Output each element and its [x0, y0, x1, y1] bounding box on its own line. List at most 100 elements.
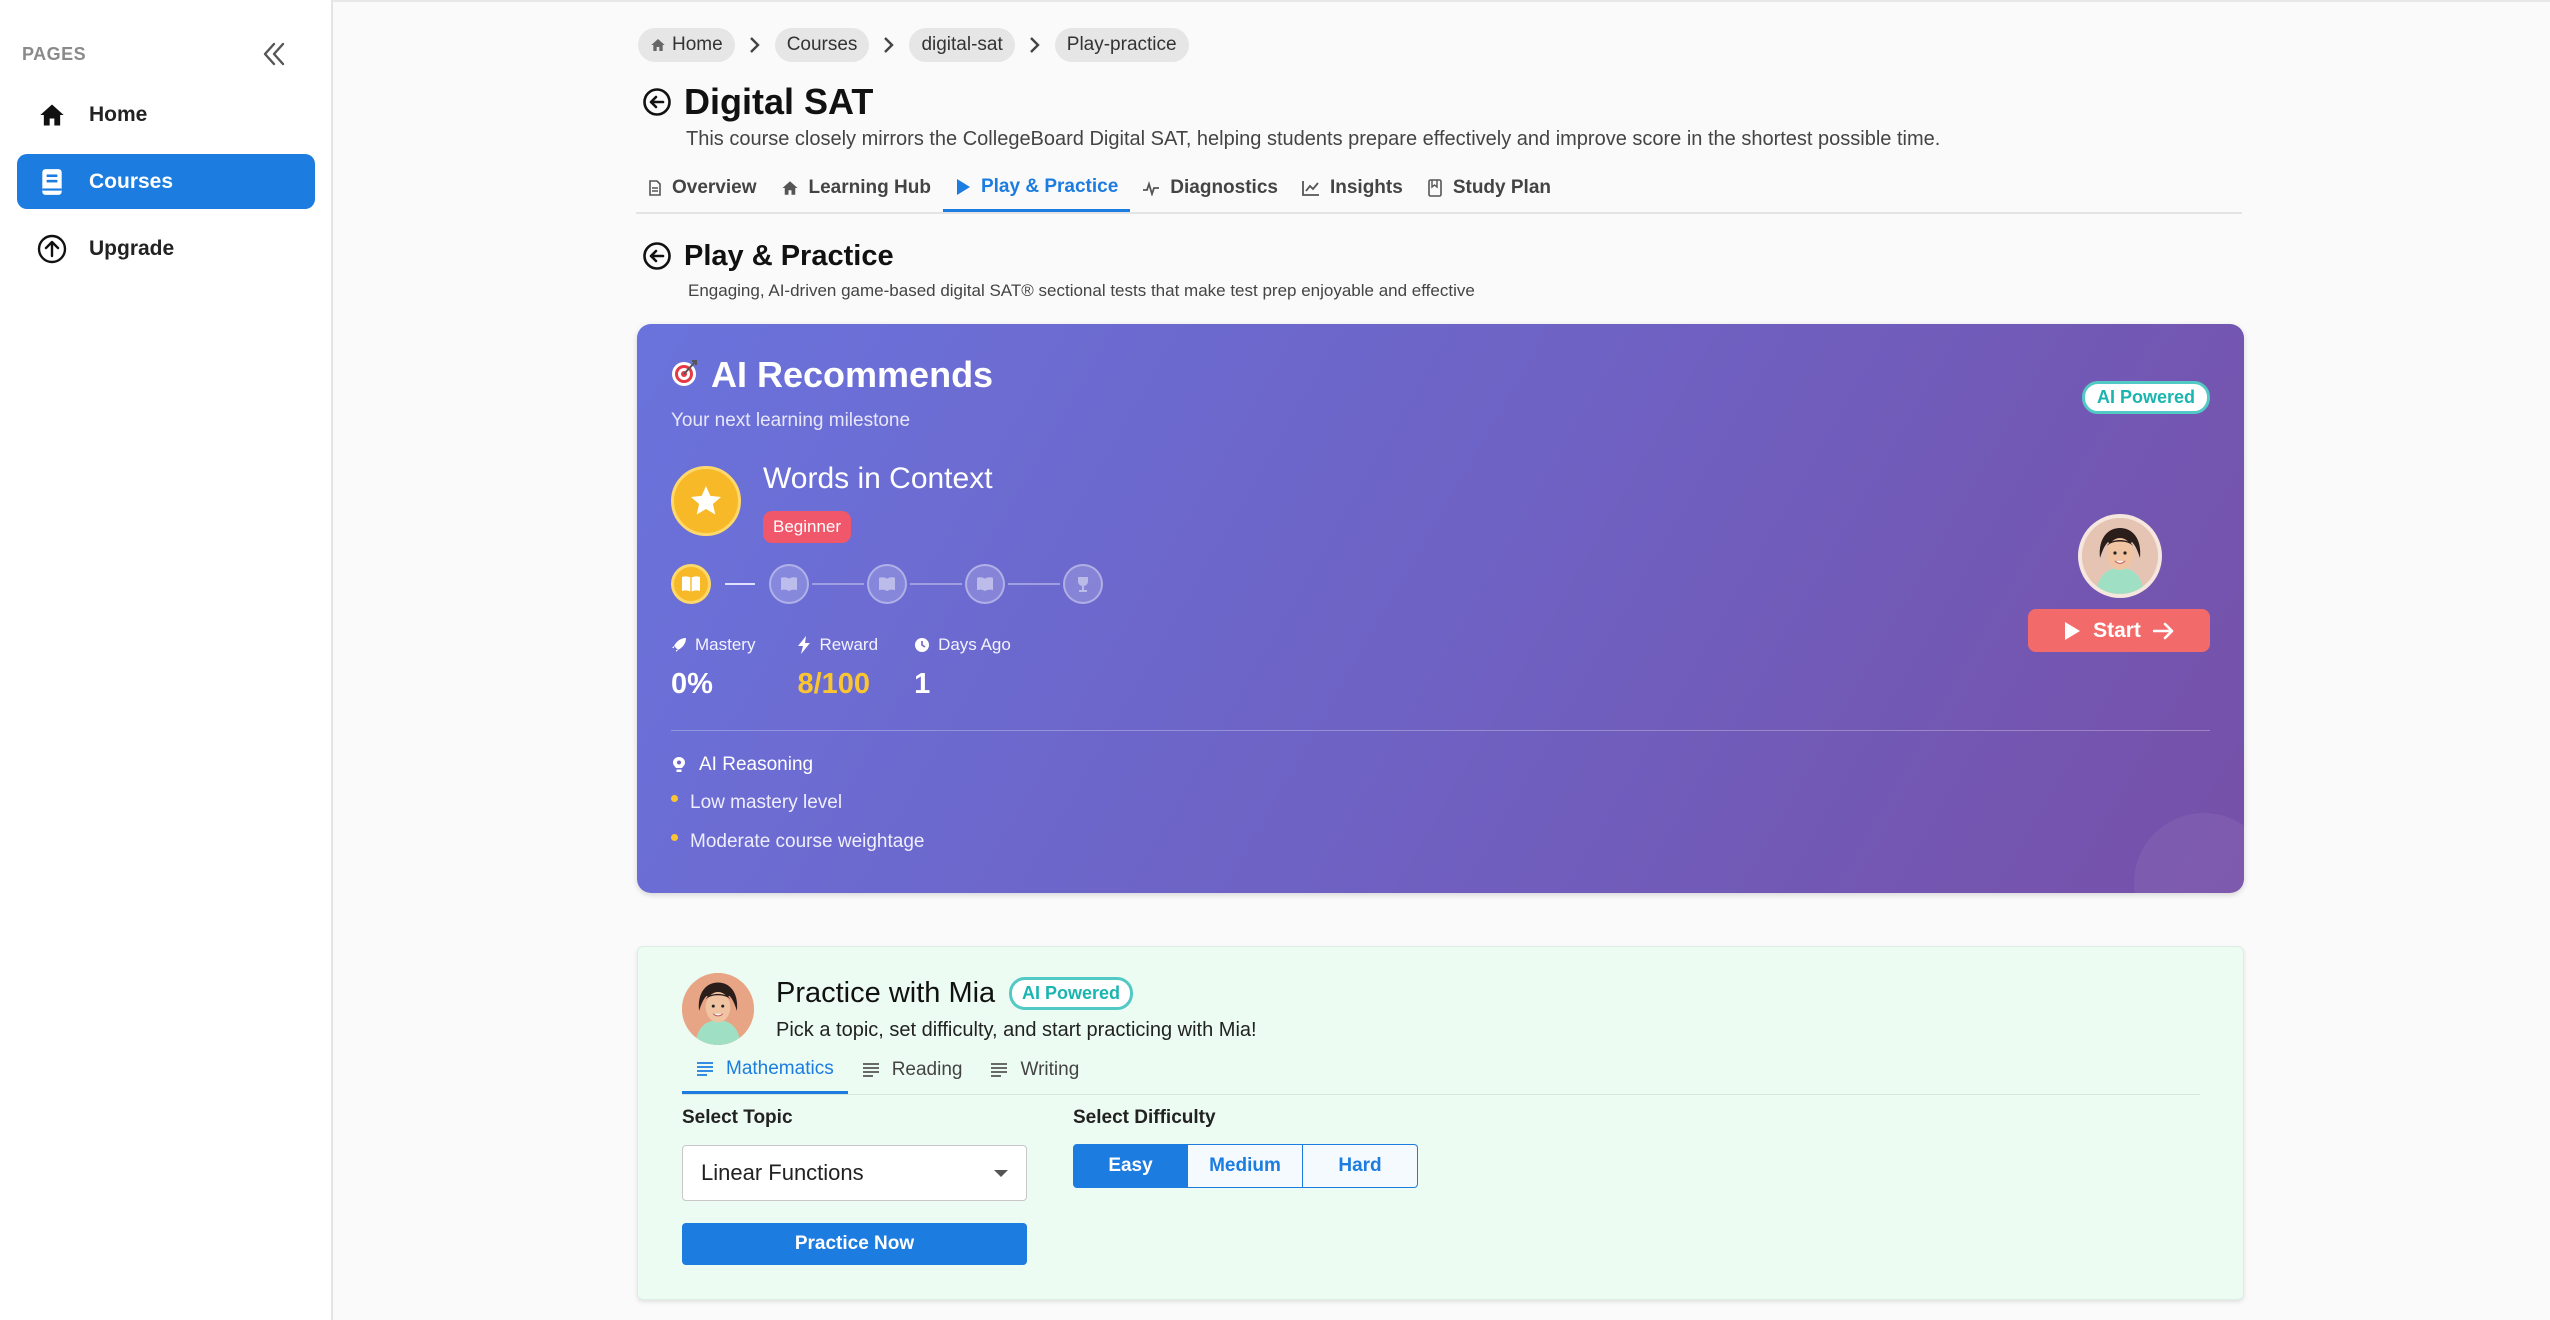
progress-connector	[725, 583, 755, 585]
level-badge: Beginner	[763, 511, 852, 543]
home-icon	[781, 179, 799, 197]
sidebar-item-label: Courses	[89, 169, 174, 193]
lightning-icon	[797, 636, 811, 654]
progress-connector	[910, 583, 962, 585]
list-icon	[862, 1063, 880, 1077]
arrow-right-icon	[2152, 622, 2174, 639]
breadcrumb-courses[interactable]: Courses	[774, 28, 870, 62]
milestone-stats: Mastery 0% Reward 8/100 Days Ago 1	[671, 632, 1047, 701]
breadcrumb-play-practice[interactable]: Play-practice	[1054, 28, 1189, 62]
sidebar-item-label: Upgrade	[89, 236, 175, 260]
section-title-row: Play & Practice	[642, 238, 894, 274]
main-content: Home Courses digital-sat Play-practice D…	[636, 0, 2246, 1320]
tab-label: Writing	[1020, 1059, 1080, 1080]
tab-mathematics[interactable]: Mathematics	[682, 1054, 848, 1094]
tab-label: Study Plan	[1452, 177, 1551, 198]
course-title-row: Digital SAT	[642, 80, 873, 124]
start-button[interactable]: Start	[2028, 609, 2210, 652]
tab-overview[interactable]: Overview	[636, 172, 769, 212]
reason-item: Moderate course weightage	[671, 831, 924, 853]
decorative-circle	[2134, 813, 2244, 893]
ai-recommends-card: AI Recommends Your next learning milesto…	[637, 324, 2244, 893]
reward-label: Reward	[819, 635, 879, 654]
breadcrumb-home[interactable]: Home	[638, 28, 735, 62]
mia-avatar	[682, 973, 754, 1045]
difficulty-medium-button[interactable]: Medium	[1188, 1144, 1303, 1188]
reason-text: Low mastery level	[690, 792, 843, 813]
tab-writing[interactable]: Writing	[976, 1054, 1093, 1094]
tab-insights[interactable]: Insights	[1290, 172, 1415, 212]
mastery-label: Mastery	[695, 635, 756, 654]
sidebar-item-home[interactable]: Home	[17, 87, 315, 142]
ai-reasoning-title: AI Reasoning	[699, 754, 814, 775]
progress-connector	[812, 583, 864, 585]
difficulty-hard-button[interactable]: Hard	[1303, 1144, 1418, 1188]
play-icon	[955, 178, 971, 196]
target-icon	[669, 358, 699, 393]
reason-item: Low mastery level	[671, 792, 842, 814]
sidebar-item-courses[interactable]: Courses	[17, 154, 315, 209]
subject-tabs: Mathematics Reading Writing	[682, 1055, 2200, 1095]
tutor-avatar	[2078, 514, 2162, 598]
bookmark-icon	[1427, 179, 1443, 197]
milestone-step-trophy-icon	[1063, 564, 1103, 604]
section-description: Engaging, AI-driven game-based digital S…	[688, 281, 1475, 300]
course-tabs: Overview Learning Hub Play & Practice Di…	[636, 174, 2242, 214]
practice-now-button[interactable]: Practice Now	[682, 1223, 1027, 1265]
play-icon	[2065, 621, 2081, 640]
tab-label: Learning Hub	[808, 177, 931, 198]
select-topic-label: Select Topic	[682, 1107, 793, 1128]
mia-subtitle: Pick a topic, set difficulty, and start …	[776, 1019, 1257, 1041]
days-ago-stat: Days Ago 1	[914, 632, 1011, 701]
sidebar-item-upgrade[interactable]: Upgrade	[17, 221, 315, 276]
milestone-step-book-icon	[867, 564, 907, 604]
topic-select[interactable]: Linear Functions	[682, 1145, 1027, 1201]
clock-icon	[914, 637, 930, 653]
reward-value: 8/100	[797, 668, 871, 700]
page-title: Digital SAT	[684, 81, 874, 122]
tab-play-practice[interactable]: Play & Practice	[942, 172, 1131, 212]
tab-label: Play & Practice	[980, 175, 1119, 197]
milestone-step-book-icon	[769, 564, 809, 604]
tab-study-plan[interactable]: Study Plan	[1415, 172, 1563, 212]
mastery-value: 0%	[671, 668, 713, 700]
sidebar-item-label: Home	[89, 102, 148, 126]
back-arrow-icon[interactable]	[642, 241, 672, 271]
difficulty-toggle-group: Easy Medium Hard	[1073, 1144, 1418, 1188]
reason-text: Moderate course weightage	[690, 831, 925, 852]
pages-section-label: PAGES	[22, 43, 87, 64]
section-title: Play & Practice	[684, 239, 894, 272]
home-icon	[650, 37, 666, 53]
caret-down-icon	[994, 1169, 1008, 1177]
ai-reasoning-header: AI Reasoning	[671, 754, 813, 776]
book-icon	[37, 167, 67, 197]
collapse-sidebar-icon[interactable]	[256, 36, 292, 72]
mia-title: Practice with Mia	[776, 977, 996, 1009]
ai-powered-badge: AI Powered	[2081, 381, 2210, 414]
rocket-icon	[671, 637, 687, 653]
breadcrumb-digital-sat[interactable]: digital-sat	[909, 28, 1015, 62]
back-arrow-icon[interactable]	[642, 87, 672, 117]
tab-diagnostics[interactable]: Diagnostics	[1130, 172, 1290, 212]
list-icon	[990, 1063, 1008, 1077]
milestone-step-book-icon	[671, 564, 711, 604]
select-difficulty-label: Select Difficulty	[1073, 1107, 1216, 1128]
tab-label: Diagnostics	[1170, 177, 1278, 198]
chart-icon	[1302, 180, 1320, 196]
chevron-right-icon	[735, 36, 775, 54]
milestone-progress	[671, 564, 1103, 604]
ai-recommends-subtitle: Your next learning milestone	[671, 410, 911, 431]
ai-powered-badge: AI Powered	[1009, 977, 1134, 1010]
pulse-icon	[1142, 180, 1160, 196]
topic-select-value: Linear Functions	[701, 1160, 864, 1185]
tab-learning-hub[interactable]: Learning Hub	[769, 172, 943, 212]
difficulty-easy-button[interactable]: Easy	[1073, 1144, 1188, 1188]
sidebar-header: PAGES	[22, 36, 292, 72]
star-icon	[671, 466, 741, 536]
days-ago-value: 1	[914, 668, 931, 700]
mastery-stat: Mastery 0%	[671, 632, 755, 701]
progress-connector	[1008, 583, 1060, 585]
recommended-topic: Words in Context	[763, 462, 993, 495]
tab-reading[interactable]: Reading	[848, 1054, 977, 1094]
upgrade-icon	[37, 234, 67, 264]
